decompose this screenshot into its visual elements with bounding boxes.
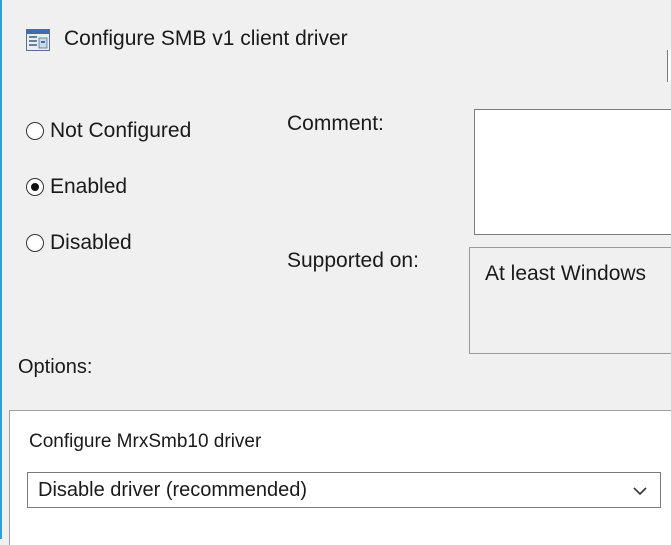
policy-editor-window: Configure SMB v1 client driver Not Confi…	[0, 0, 671, 545]
window-title: Configure SMB v1 client driver	[64, 27, 348, 50]
radio-not-configured[interactable]: Not Configured	[26, 119, 191, 143]
previous-setting-button[interactable]	[667, 50, 671, 82]
supported-on-value: At least Windows	[485, 262, 647, 285]
mrxsmb10-driver-dropdown[interactable]: Disable driver (recommended)	[27, 472, 661, 508]
radio-label-disabled: Disabled	[50, 231, 132, 254]
options-label: Options:	[18, 356, 93, 378]
policy-setting-icon	[26, 29, 50, 51]
radio-enabled[interactable]: Enabled	[26, 175, 127, 199]
radio-label-not-configured: Not Configured	[50, 119, 192, 142]
options-panel: Configure MrxSmb10 driver Disable driver…	[9, 410, 671, 545]
supported-on-field: At least Windows	[469, 247, 671, 354]
radio-circle-checked[interactable]	[26, 178, 44, 196]
window-left-border	[0, 0, 2, 539]
title-bar: Configure SMB v1 client driver	[0, 0, 671, 82]
radio-circle[interactable]	[26, 234, 44, 252]
radio-disabled[interactable]: Disabled	[26, 231, 132, 255]
dropdown-selected-value: Disable driver (recommended)	[38, 479, 307, 501]
comment-textarea[interactable]	[474, 109, 671, 235]
chevron-down-icon[interactable]	[632, 483, 648, 499]
radio-circle[interactable]	[26, 122, 44, 140]
mrxsmb10-setting-label: Configure MrxSmb10 driver	[29, 431, 262, 452]
comment-label: Comment:	[287, 112, 384, 135]
supported-on-label: Supported on:	[287, 249, 419, 272]
radio-label-enabled: Enabled	[50, 175, 128, 198]
